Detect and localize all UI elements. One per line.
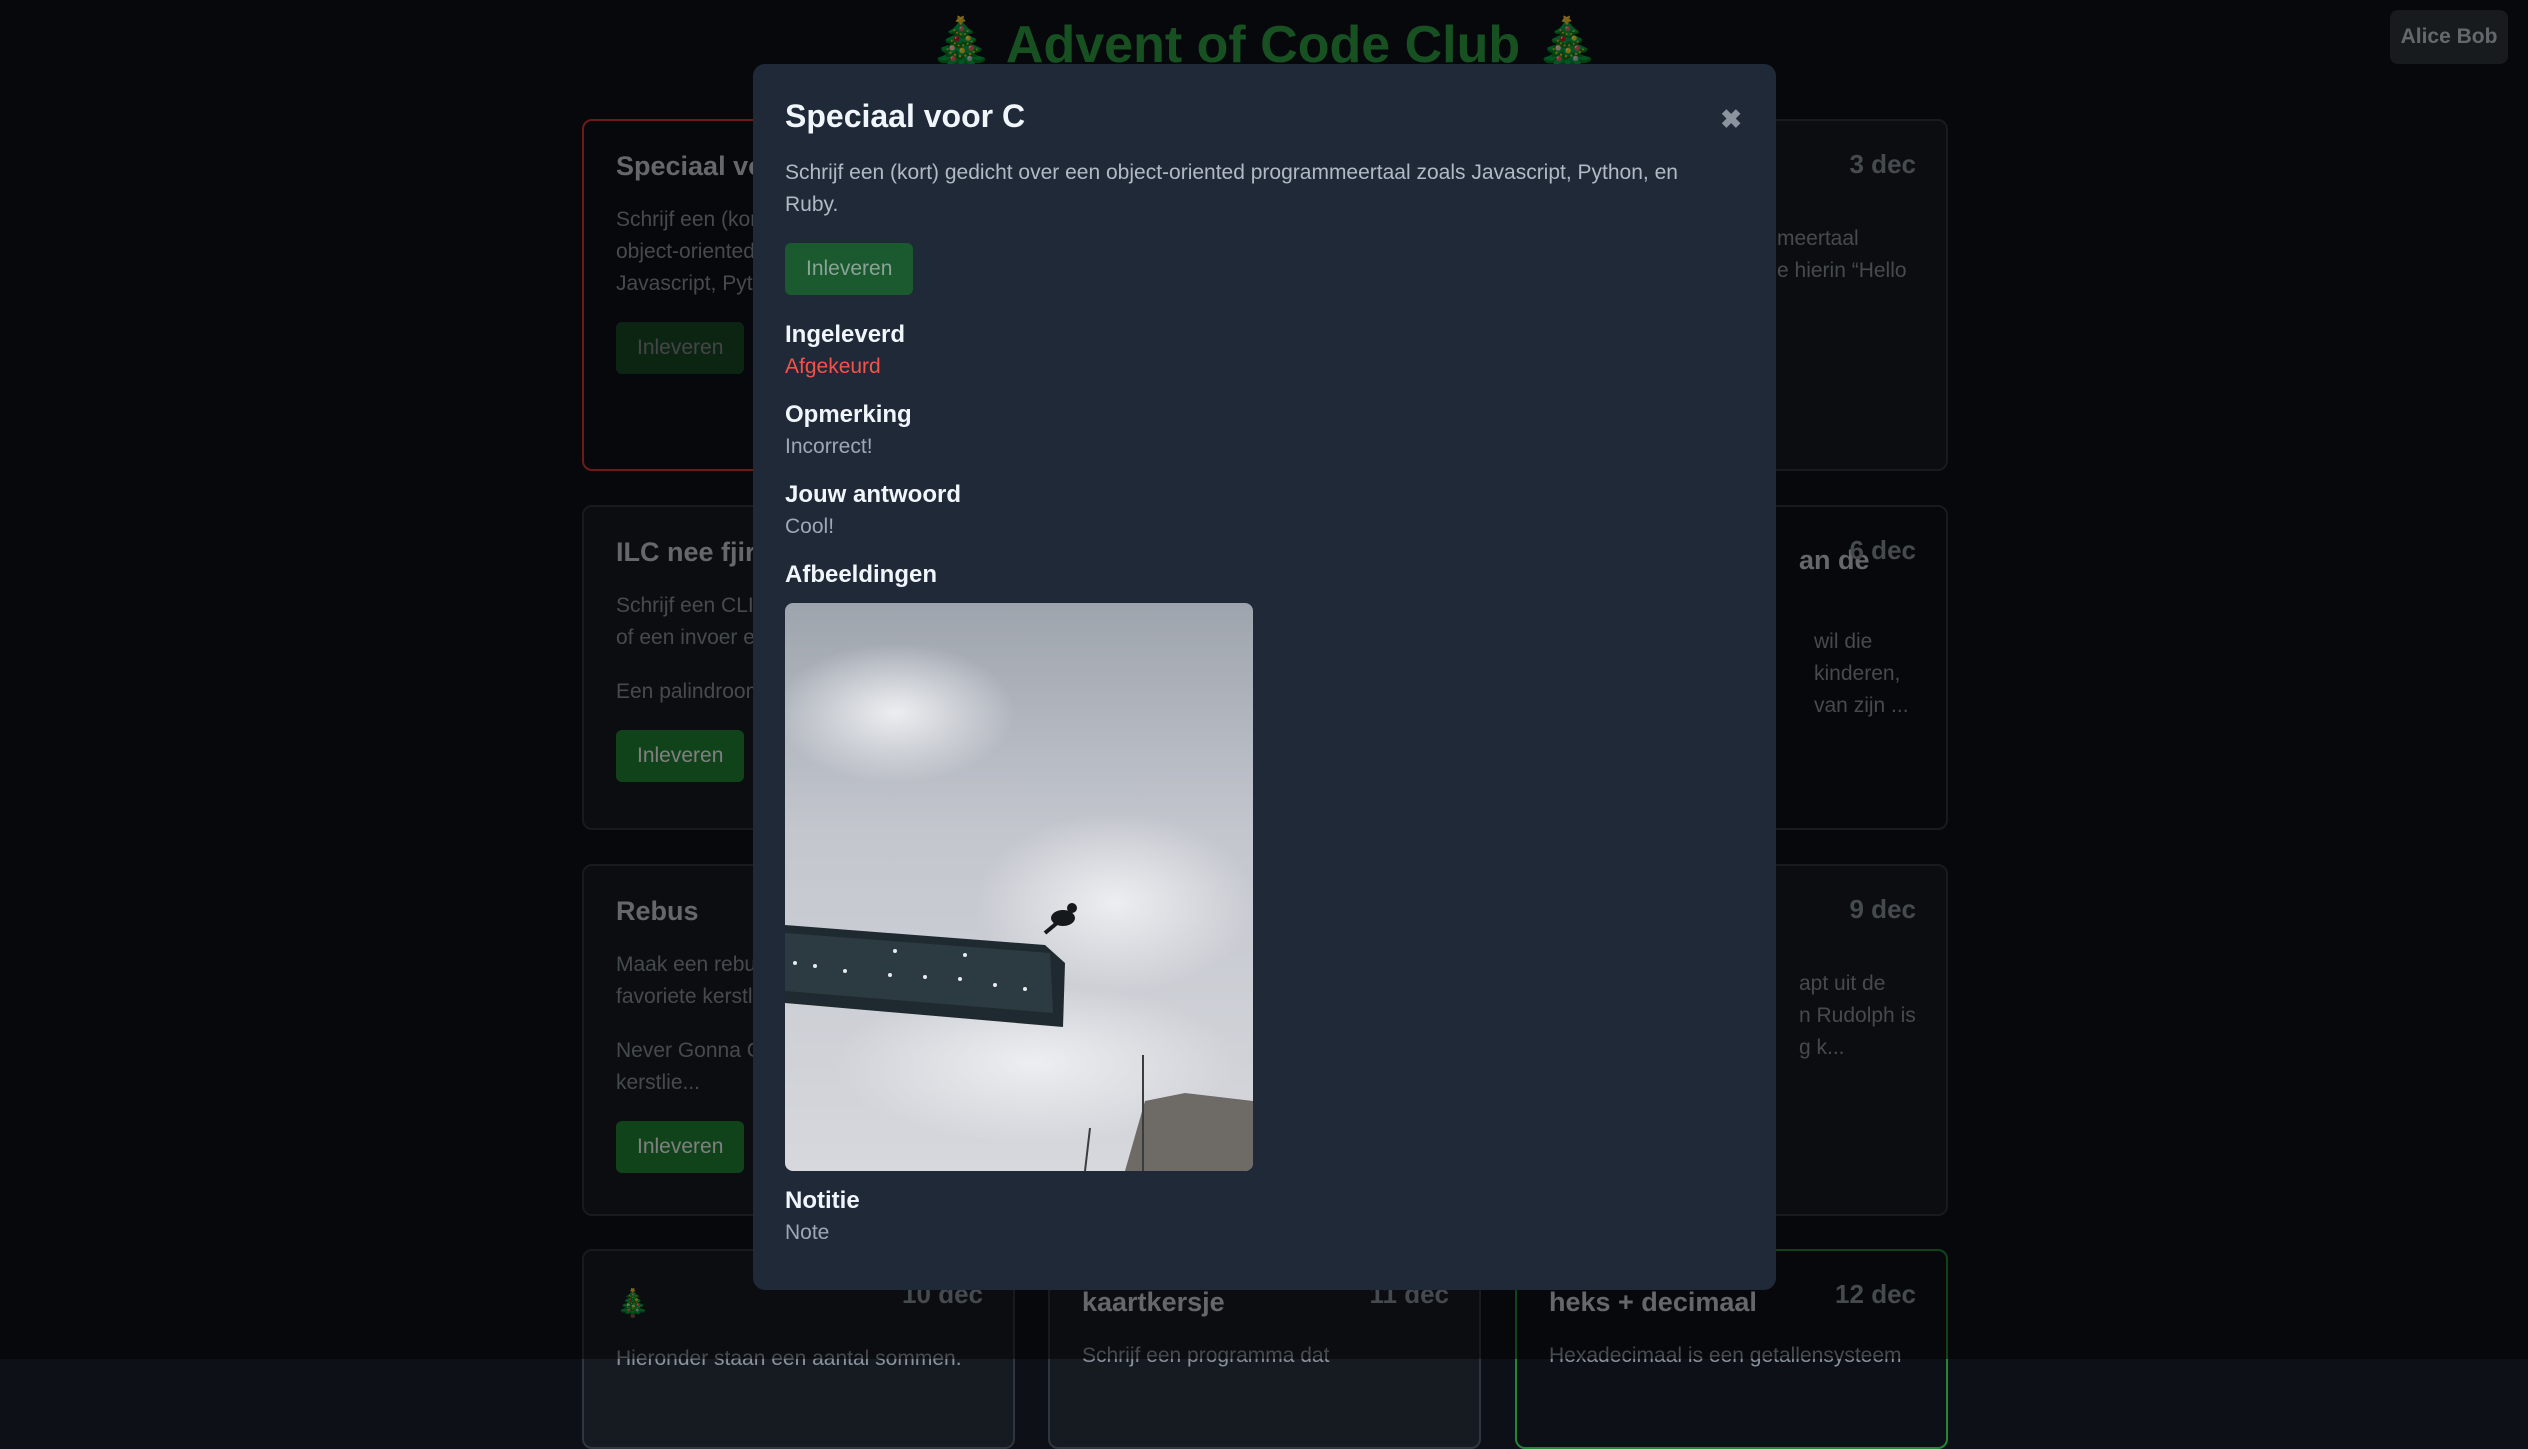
modal-title: Speciaal voor C bbox=[785, 98, 1026, 134]
submission-modal: Speciaal voor C ✖ Schrijf een (kort) ged… bbox=[753, 64, 1776, 1290]
remark-heading: Opmerking bbox=[785, 401, 912, 428]
modal-description: Schrijf een (kort) gedicht over een obje… bbox=[785, 161, 1678, 216]
remark-text: Incorrect! bbox=[785, 435, 873, 458]
status-badge: Afgekeurd bbox=[785, 355, 881, 378]
images-heading: Afbeeldingen bbox=[785, 561, 938, 588]
submit-button[interactable]: Inleveren bbox=[785, 243, 914, 295]
close-icon[interactable]: ✖ bbox=[1720, 104, 1742, 135]
answer-text: Cool! bbox=[785, 515, 835, 538]
submitted-heading: Ingeleverd bbox=[785, 321, 906, 348]
submitted-image[interactable] bbox=[785, 603, 1253, 1171]
answer-heading: Jouw antwoord bbox=[785, 481, 961, 508]
note-heading: Notitie bbox=[785, 1187, 860, 1214]
building bbox=[1125, 1093, 1253, 1171]
note-text: Note bbox=[785, 1221, 830, 1244]
